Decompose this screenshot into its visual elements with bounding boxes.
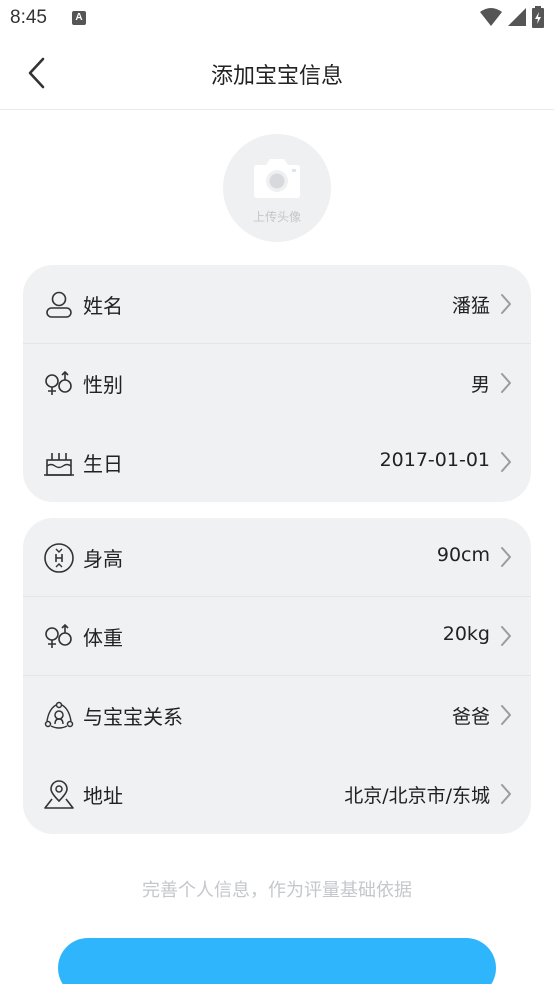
address-row[interactable]: 地址 北京/北京市/东城 [23,755,531,834]
hint-text: 完善个人信息，作为评量基础依据 [142,880,412,901]
relationship-value: 爸爸 [451,706,490,728]
signal-icon [508,8,526,26]
name-row[interactable]: 姓名 潘猛 [23,265,531,344]
avatar-label: 上传头像 [252,210,301,224]
chevron-right-icon [501,705,511,725]
cake-icon [44,453,74,476]
relationship-row[interactable]: 与宝宝关系 爸爸 [23,676,531,755]
chevron-right-icon [501,547,511,567]
gender-value: 男 [470,374,490,396]
relationship-label: 与宝宝关系 [83,705,183,729]
chevron-right-icon [501,373,511,393]
location-icon [44,780,74,809]
address-label: 地址 [83,784,123,808]
chevron-right-icon [501,784,511,804]
user-icon [46,291,72,318]
chevron-right-icon [501,452,511,472]
chevron-right-icon [501,626,511,646]
status-icons [480,6,544,28]
body-info-card: 身高 90cm 体重 20kg 与宝宝关系 爸爸 地址 北京/北京市/东城 [23,518,531,834]
page-title: 添加宝宝信息 [210,64,343,89]
name-label: 姓名 [83,294,123,318]
wifi-icon [480,8,502,26]
address-value: 北京/北京市/东城 [344,785,490,807]
birthday-label: 生日 [83,452,123,476]
height-value: 90cm [436,544,490,566]
avatar-upload-button[interactable]: 上传头像 [223,134,331,242]
nav-bar: 添加宝宝信息 [0,36,554,110]
status-time: 8:45 [10,7,47,28]
submit-button[interactable] [58,938,496,984]
gender-row[interactable]: 性别 男 [23,344,531,423]
gender-icon [45,370,72,395]
status-bar: 8:45 A [0,0,554,36]
notification-icon: A [72,11,86,25]
birthday-value: 2017-01-01 [379,449,490,471]
relationship-icon [44,701,74,729]
weight-row[interactable]: 体重 20kg [23,597,531,676]
height-label: 身高 [83,547,123,571]
height-row[interactable]: 身高 90cm [23,518,531,597]
basic-info-card: 姓名 潘猛 性别 男 生日 2017-01-01 [23,265,531,502]
chevron-right-icon [501,294,511,314]
height-icon [44,543,74,573]
camera-icon [254,159,300,198]
weight-label: 体重 [83,626,123,650]
battery-icon [532,6,544,28]
weight-icon [45,623,72,648]
gender-label: 性别 [83,373,123,397]
weight-value: 20kg [442,623,490,645]
name-value: 潘猛 [451,295,490,317]
birthday-row[interactable]: 生日 2017-01-01 [23,423,531,502]
